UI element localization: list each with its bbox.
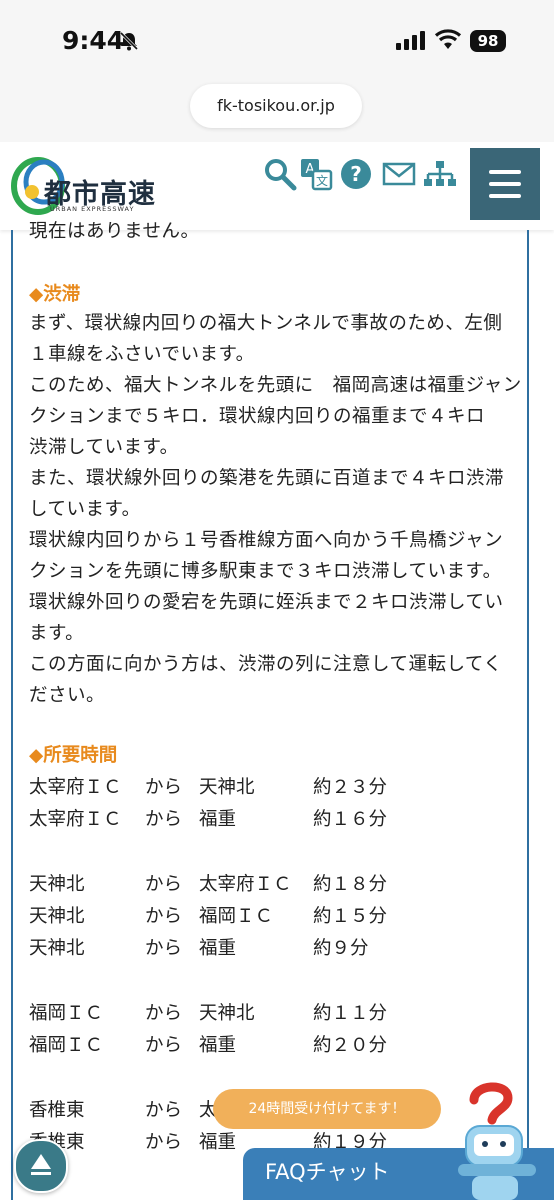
- from-label: から: [145, 1035, 183, 1056]
- destination: 天神北: [199, 777, 255, 798]
- chat-bubble[interactable]: 24時間受け付けてます！: [213, 1089, 441, 1129]
- destination: 福重: [199, 938, 237, 959]
- destination: 天神北: [199, 1003, 255, 1024]
- from-label: から: [145, 1003, 183, 1024]
- duration: 約２０分: [313, 1035, 388, 1056]
- traffic-info-panel: 現在はありません。 ◆渋滞 まず、環状線内回りの福大トンネルで事故のため、左側 …: [11, 221, 529, 1200]
- origin: 天神北: [29, 874, 85, 895]
- text-line: ます。: [29, 623, 85, 644]
- text-line: また、環状線外回りの築港を先頭に百道まで４キロ渋滞: [29, 468, 505, 489]
- text-line: 環状線内回りから１号香椎線方面へ向かう千鳥橋ジャン: [29, 530, 504, 551]
- menu-bar-icon: [489, 182, 521, 186]
- congestion-heading: ◆渋滞: [29, 284, 81, 305]
- origin: 福岡ＩＣ: [29, 1035, 104, 1056]
- origin: 香椎東: [29, 1100, 85, 1121]
- text-line: このため、福大トンネルを先頭に 福岡高速は福重ジャン: [29, 375, 522, 396]
- chat-robot-mascot-icon[interactable]: [452, 1078, 542, 1200]
- status-bar: 9:44 98: [0, 0, 554, 80]
- arrow-up-icon: [31, 1154, 51, 1175]
- from-label: から: [145, 777, 183, 798]
- faq-chat-label: FAQチャット: [265, 1160, 390, 1184]
- duration: 約９分: [313, 938, 369, 959]
- travel-time-heading: ◆所要時間: [29, 745, 118, 766]
- silent-bell-icon: [119, 31, 139, 51]
- menu-bar-icon: [489, 170, 521, 174]
- congestion-text: まず、環状線内回りの福大トンネルで事故のため、左側 １車線をふさいでいます。 こ…: [29, 308, 529, 711]
- origin: 太宰府ＩＣ: [29, 809, 122, 830]
- menu-bar-icon: [489, 194, 521, 198]
- scroll-to-top-button[interactable]: [14, 1139, 68, 1193]
- hamburger-menu-button[interactable]: [470, 148, 540, 220]
- destination: 太宰府ＩＣ: [199, 874, 292, 895]
- origin: 太宰府ＩＣ: [29, 777, 122, 798]
- origin: 天神北: [29, 938, 85, 959]
- search-icon[interactable]: [262, 156, 298, 192]
- battery-indicator: 98: [470, 30, 506, 52]
- destination: 福重: [199, 1035, 237, 1056]
- destination: 福重: [199, 1132, 237, 1153]
- signal-icon: [396, 31, 425, 50]
- wifi-icon: [434, 29, 462, 49]
- text-line: １車線をふさいでいます。: [29, 344, 255, 365]
- origin: 福岡ＩＣ: [29, 1003, 104, 1024]
- browser-url-area: fk-tosikou.or.jp: [0, 80, 554, 142]
- text-line: クションまで５キロ．環状線内回りの福重まで４キロ: [29, 406, 486, 427]
- from-label: から: [145, 1132, 183, 1153]
- svg-text:文: 文: [316, 173, 328, 188]
- duration: 約１８分: [313, 874, 388, 895]
- origin: 天神北: [29, 906, 85, 927]
- text-line: 渋滞しています。: [29, 437, 179, 458]
- from-label: から: [145, 938, 183, 959]
- svg-text:?: ?: [350, 162, 362, 186]
- text-line: しています。: [29, 499, 141, 520]
- destination: 福重: [199, 809, 237, 830]
- from-label: から: [145, 1100, 183, 1121]
- translate-icon[interactable]: A 文: [298, 156, 334, 192]
- status-time: 9:44: [62, 26, 125, 55]
- partial-text: 現在はありません。: [29, 221, 200, 242]
- from-label: から: [145, 906, 183, 927]
- help-icon[interactable]: ?: [338, 156, 374, 192]
- text-line: ださい。: [29, 685, 106, 706]
- url-field[interactable]: fk-tosikou.or.jp: [190, 84, 362, 128]
- duration: 約１６分: [313, 809, 388, 830]
- duration: 約１１分: [313, 1003, 388, 1024]
- mail-icon[interactable]: [381, 156, 417, 192]
- duration: 約１５分: [313, 906, 388, 927]
- from-label: から: [145, 874, 183, 895]
- text-line: クションを先頭に博多駅東まで３キロ渋滞しています。: [29, 561, 502, 582]
- sitemap-icon[interactable]: [422, 156, 458, 192]
- logo-subtitle: URBAN EXPRESSWAY: [50, 205, 135, 213]
- text-line: 環状線外回りの愛宕を先頭に姪浜まで２キロ渋滞してい: [29, 592, 504, 613]
- text-line: この方面に向かう方は、渋滞の列に注意して運転してく: [29, 654, 503, 675]
- text-line: まず、環状線内回りの福大トンネルで事故のため、左側: [29, 313, 503, 334]
- destination: 福岡ＩＣ: [199, 906, 274, 927]
- from-label: から: [145, 809, 183, 830]
- duration: 約２３分: [313, 777, 388, 798]
